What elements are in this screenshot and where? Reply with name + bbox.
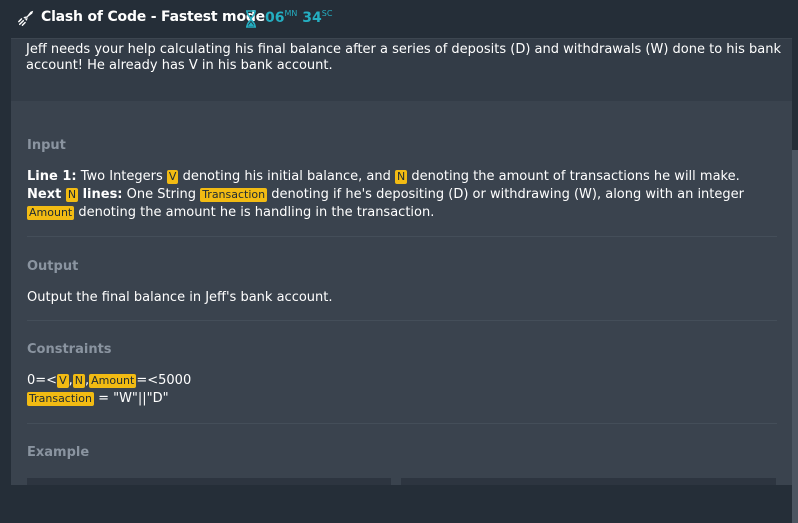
output-title: Output bbox=[27, 259, 79, 274]
output-description: Output the final balance in Jeff's bank … bbox=[27, 290, 333, 305]
constraints-title: Constraints bbox=[27, 342, 112, 357]
statement-text: Jeff needs your help calculating his fin… bbox=[26, 42, 782, 73]
problem-details: Input Line 1: Two Integers V denoting hi… bbox=[11, 101, 792, 485]
problem-statement: Jeff needs your help calculating his fin… bbox=[11, 38, 792, 101]
constraint-text: = "W"||"D" bbox=[93, 391, 169, 406]
variable-transaction: Transaction bbox=[200, 188, 268, 202]
scrollbar[interactable] bbox=[792, 38, 798, 523]
variable-amount: Amount bbox=[27, 206, 75, 220]
input-text: denoting the amount he is handling in th… bbox=[74, 205, 435, 220]
divider bbox=[27, 236, 777, 237]
next-label: Next bbox=[27, 187, 66, 202]
timer-seconds-unit: SC bbox=[321, 9, 333, 18]
variable-n: N bbox=[72, 374, 85, 388]
output-section: Output bbox=[27, 259, 787, 274]
title-bar: Clash of Code - Fastest mode 06MN 34SC bbox=[0, 0, 798, 38]
variable-amount: Amount bbox=[89, 374, 137, 388]
example-section: Example bbox=[27, 445, 787, 460]
divider bbox=[27, 423, 777, 424]
timer-minutes-unit: MN bbox=[284, 9, 298, 18]
variable-n: N bbox=[65, 188, 79, 202]
scrollbar-thumb[interactable] bbox=[792, 150, 798, 523]
input-text: denoting his initial balance, and bbox=[178, 169, 396, 184]
constraint-text: 0=< bbox=[27, 373, 58, 388]
constraints-description: 0=< V, N, Amount =<5000 Transaction = "W"||"… bbox=[27, 372, 787, 408]
timer-seconds: 34 bbox=[302, 10, 322, 26]
constraints-section: Constraints bbox=[27, 342, 787, 357]
example-title: Example bbox=[27, 445, 90, 460]
input-section: Input bbox=[27, 138, 787, 153]
variable-v: V bbox=[57, 374, 69, 388]
input-description: Line 1: Two Integers V denoting his init… bbox=[27, 168, 787, 222]
hourglass-icon bbox=[246, 10, 256, 28]
line1-label: Line 1: bbox=[27, 169, 77, 184]
example-output-box bbox=[401, 478, 776, 485]
input-title: Input bbox=[27, 138, 66, 153]
page-title: Clash of Code - Fastest mode bbox=[41, 9, 265, 25]
variable-transaction: Transaction bbox=[27, 392, 94, 406]
constraint-text: =<5000 bbox=[136, 373, 192, 388]
input-text: denoting if he's depositing (D) or withd… bbox=[267, 187, 744, 202]
input-text: denoting the amount of transactions he w… bbox=[407, 169, 740, 184]
countdown-timer: 06MN 34SC bbox=[265, 9, 332, 26]
input-text: One String bbox=[122, 187, 201, 202]
timer-minutes: 06 bbox=[265, 10, 285, 26]
lines-label: lines: bbox=[78, 187, 123, 202]
variable-v: V bbox=[166, 170, 179, 184]
divider bbox=[27, 320, 777, 321]
rocket-icon bbox=[18, 10, 34, 26]
variable-n: N bbox=[395, 170, 408, 184]
input-text: Two Integers bbox=[76, 169, 167, 184]
example-input-box bbox=[27, 478, 391, 485]
